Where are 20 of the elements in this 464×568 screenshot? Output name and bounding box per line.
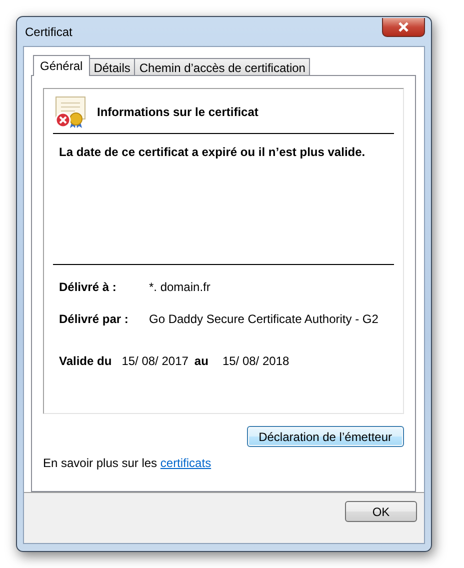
tab[interactable]: Général [33, 55, 90, 76]
field-label: au [194, 354, 208, 368]
info-title: Informations sur le certificat [97, 105, 258, 119]
date-value: 15/ 08/ 2018 [222, 354, 290, 368]
ok-button[interactable]: OK [345, 501, 417, 522]
certificates-link[interactable]: certificats [160, 456, 212, 470]
expiry-message: La date de ce certificat a expiré ou il n’est plus valide. [53, 134, 394, 265]
certificate-error-icon [53, 95, 87, 129]
close-button[interactable] [382, 18, 425, 36]
field-value: *. domain.fr [149, 280, 210, 294]
learn-more-text: En savoir plus sur les certificats [43, 456, 212, 470]
tab[interactable]: Chemin d’accès de certification [134, 58, 310, 76]
window-title: Certificat [24, 24, 72, 38]
field-value: Go Daddy Secure Certificate Authority - G2 [149, 312, 378, 326]
field-label: Délivré à : [59, 280, 118, 294]
field-label: Délivré par : [59, 312, 130, 326]
issuer-statement-button[interactable]: Déclaration de l’émetteur [246, 426, 404, 447]
date-value: 15/ 08/ 2017 [122, 354, 188, 368]
field-label: Valide du [59, 354, 112, 368]
close-icon [398, 22, 409, 32]
